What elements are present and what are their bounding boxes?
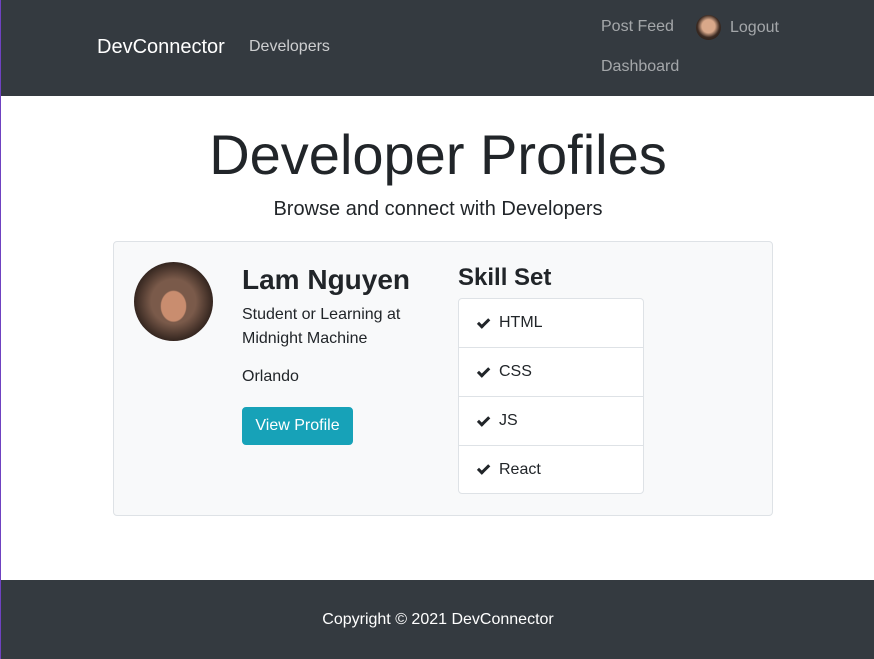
profile-location: Orlando — [242, 368, 299, 385]
skill-set-title: Skill Set — [458, 264, 552, 291]
check-icon — [476, 363, 491, 378]
profile-name: Lam Nguyen — [242, 264, 411, 295]
skill-list: HTML CSS JS React — [458, 298, 644, 494]
nav-developers-link[interactable]: Developers — [249, 38, 330, 56]
navbar: DevConnector Developers Post Feed Dashbo… — [1, 0, 874, 96]
nav-logout-link[interactable]: Logout — [696, 15, 779, 40]
skill-item: React — [459, 446, 643, 493]
check-icon — [476, 412, 491, 427]
profile-avatar — [134, 262, 213, 341]
view-profile-button[interactable]: View Profile — [242, 407, 353, 445]
skill-label: React — [499, 460, 541, 478]
profile-status: Student or Learning at Midnight Machine — [242, 306, 401, 347]
user-avatar-icon — [696, 15, 721, 40]
logout-label: Logout — [730, 18, 779, 36]
skill-label: HTML — [499, 314, 543, 331]
skill-label: CSS — [499, 363, 532, 380]
nav-post-feed-link[interactable]: Post Feed — [601, 18, 674, 36]
page-title: Developer Profiles — [209, 123, 667, 186]
nav-dashboard-link[interactable]: Dashboard — [601, 58, 679, 76]
skill-item: JS — [459, 397, 643, 446]
page-subtitle: Browse and connect with Developers — [273, 198, 603, 220]
skill-item: HTML — [459, 299, 643, 348]
brand-link[interactable]: DevConnector — [97, 36, 225, 59]
check-icon — [476, 314, 491, 329]
skill-label: JS — [499, 412, 518, 429]
footer: Copyright © 2021 DevConnector — [1, 580, 874, 659]
profile-card: Lam Nguyen Student or Learning at Midnig… — [113, 241, 773, 516]
check-icon — [476, 461, 491, 475]
footer-copyright: Copyright © 2021 DevConnector — [322, 610, 554, 628]
skill-item: CSS — [459, 348, 643, 397]
